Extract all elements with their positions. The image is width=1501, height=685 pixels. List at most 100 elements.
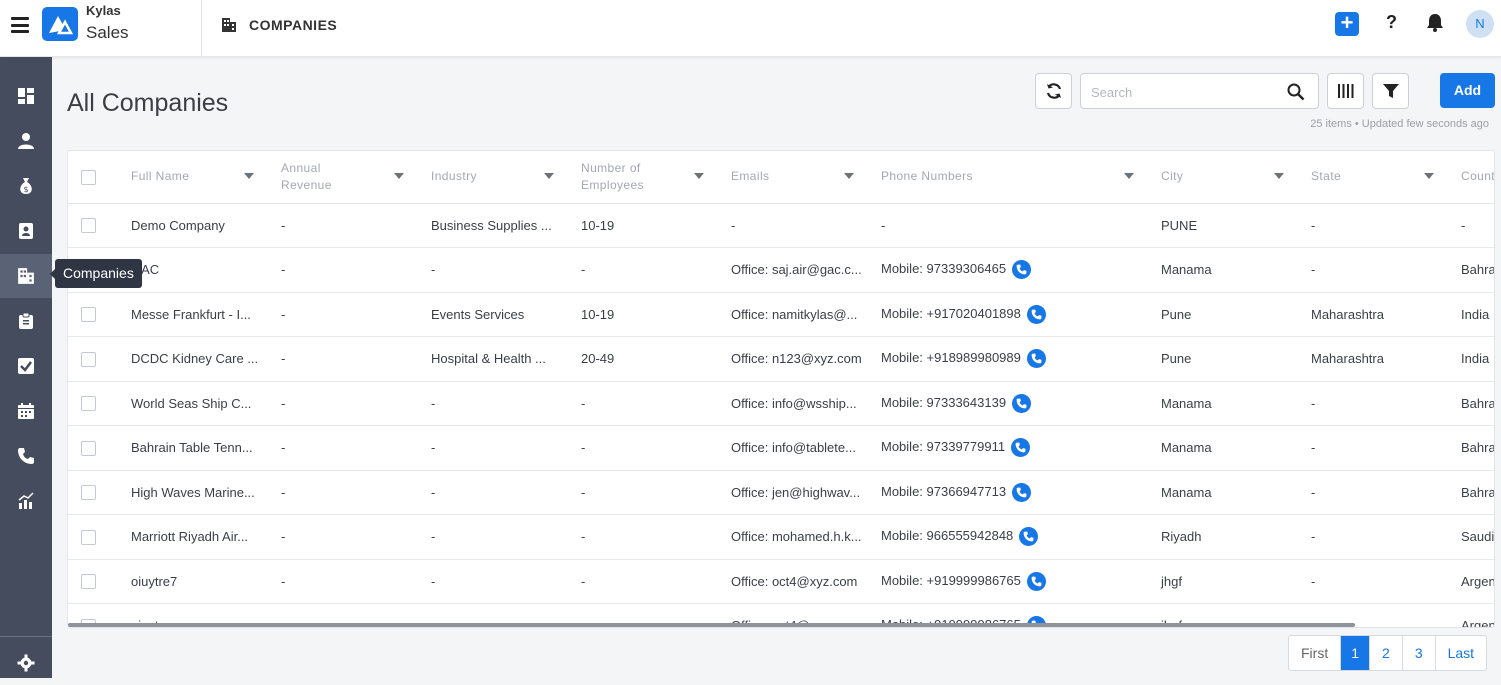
table-row[interactable]: DCDC Kidney Care ... - Hospital & Health .… bbox=[68, 336, 1494, 382]
dashboard-icon bbox=[18, 88, 34, 104]
table-row[interactable]: Demo Company - Business Supplies ... 10-19-… bbox=[68, 203, 1494, 248]
menu-icon[interactable] bbox=[11, 17, 29, 33]
checkbox-icon bbox=[18, 358, 34, 374]
column-header-industry[interactable]: Industry bbox=[418, 151, 568, 204]
search-icon[interactable] bbox=[1287, 83, 1305, 106]
table-row[interactable]: Marriott Riyadh Air... - - - Office: mohamed… bbox=[68, 514, 1494, 560]
cell-state: - bbox=[1298, 381, 1448, 426]
call-icon[interactable] bbox=[1026, 571, 1046, 591]
page-2-button[interactable]: 2 bbox=[1369, 636, 1402, 670]
sidebar-item-calls[interactable] bbox=[0, 434, 52, 478]
cell-email: - bbox=[718, 203, 868, 248]
row-checkbox[interactable] bbox=[81, 485, 96, 501]
avatar[interactable]: N bbox=[1466, 10, 1494, 38]
caret-down-icon[interactable] bbox=[544, 173, 554, 179]
horizontal-scrollbar[interactable] bbox=[68, 623, 1355, 627]
cell-full-name[interactable]: oiuytre7 bbox=[118, 559, 268, 604]
sidebar-item-settings[interactable] bbox=[0, 641, 52, 685]
cell-full-name[interactable]: World Seas Ship C... bbox=[118, 381, 268, 426]
column-header-state[interactable]: State bbox=[1298, 151, 1448, 204]
cell-full-name[interactable]: Demo Company bbox=[118, 203, 268, 248]
bell-icon[interactable] bbox=[1426, 13, 1444, 37]
cell-full-name[interactable]: Messe Frankfurt - I... bbox=[118, 292, 268, 337]
caret-down-icon[interactable] bbox=[1124, 173, 1134, 179]
row-select-cell bbox=[68, 470, 118, 515]
page-first-button[interactable]: First bbox=[1289, 636, 1340, 670]
call-icon[interactable] bbox=[1012, 482, 1032, 502]
column-header-phone-numbers[interactable]: Phone Numbers bbox=[868, 151, 1148, 204]
call-icon[interactable] bbox=[1011, 438, 1031, 458]
cell-full-name[interactable]: High Waves Marine... bbox=[118, 470, 268, 515]
cell-email: Office: info@wsship... bbox=[718, 381, 868, 426]
caret-down-icon[interactable] bbox=[694, 173, 704, 179]
cell-state: - bbox=[1298, 247, 1448, 293]
table-row[interactable]: Bahrain Table Tenn... - - - Office: info@tab… bbox=[68, 425, 1494, 471]
table-row[interactable]: GAC - - - Office: saj.air@gac.c... Mobile: 97… bbox=[68, 247, 1494, 293]
row-checkbox[interactable] bbox=[81, 440, 96, 456]
column-header-emails[interactable]: Emails bbox=[718, 151, 868, 204]
refresh-icon bbox=[1046, 83, 1061, 99]
table-row[interactable]: High Waves Marine... - - - Office: jen@highw… bbox=[68, 470, 1494, 515]
page-3-button[interactable]: 3 bbox=[1401, 636, 1435, 670]
row-checkbox[interactable] bbox=[81, 218, 96, 234]
cell-full-name[interactable]: Marriott Riyadh Air... bbox=[118, 514, 268, 560]
cell-phone: Mobile: +917020401898 bbox=[868, 292, 1148, 337]
sidebar-item-calendar[interactable] bbox=[0, 389, 52, 433]
table-row[interactable]: World Seas Ship C... - - - Office: info@wssh… bbox=[68, 381, 1494, 426]
table-row[interactable]: Messe Frankfurt - I... - Events Services 10… bbox=[68, 292, 1494, 337]
brand-name: Kylas bbox=[86, 3, 121, 18]
row-select-cell bbox=[68, 203, 118, 248]
refresh-button[interactable] bbox=[1035, 73, 1072, 109]
row-checkbox[interactable] bbox=[81, 396, 96, 412]
row-select-cell bbox=[68, 336, 118, 382]
sidebar-item-leads[interactable] bbox=[0, 209, 52, 253]
cell-industry: Events Services bbox=[418, 292, 568, 337]
call-icon[interactable] bbox=[1012, 393, 1032, 413]
row-checkbox[interactable] bbox=[81, 307, 96, 323]
column-header-city[interactable]: City bbox=[1148, 151, 1298, 204]
cell-annual-revenue: - bbox=[268, 203, 418, 248]
call-icon[interactable] bbox=[1019, 527, 1039, 547]
row-checkbox[interactable] bbox=[81, 351, 96, 367]
page-1-button[interactable]: 1 bbox=[1340, 636, 1370, 670]
call-icon[interactable] bbox=[1026, 304, 1046, 324]
table-row[interactable]: oiuytre7- - - Office: oct4@xyz.com Mobile: +… bbox=[68, 559, 1494, 604]
column-header-full-name[interactable]: Full Name bbox=[118, 151, 268, 204]
row-checkbox[interactable] bbox=[81, 529, 96, 545]
sidebar-item-companies[interactable] bbox=[0, 254, 52, 298]
caret-down-icon[interactable] bbox=[394, 173, 404, 179]
svg-text:$: $ bbox=[23, 185, 28, 194]
call-icon[interactable] bbox=[1012, 260, 1032, 280]
caret-down-icon[interactable] bbox=[844, 173, 854, 179]
cell-full-name[interactable]: DCDC Kidney Care ... bbox=[118, 336, 268, 382]
call-icon[interactable] bbox=[1026, 349, 1046, 369]
sidebar-item-deals[interactable]: $ bbox=[0, 164, 52, 208]
cell-employees: - bbox=[568, 514, 718, 560]
column-header-employees[interactable]: Number of Employees bbox=[568, 151, 718, 204]
help-icon[interactable]: ? bbox=[1386, 12, 1397, 33]
sidebar-item-tasks[interactable] bbox=[0, 344, 52, 388]
sidebar-item-reports[interactable] bbox=[0, 299, 52, 343]
sidebar-item-analytics[interactable] bbox=[0, 479, 52, 523]
cell-state: - bbox=[1298, 425, 1448, 471]
caret-down-icon[interactable] bbox=[1424, 173, 1434, 179]
add-button[interactable]: Add bbox=[1440, 73, 1495, 108]
cell-state: Maharashtra bbox=[1298, 336, 1448, 382]
plus-icon[interactable]: + bbox=[1335, 12, 1359, 36]
columns-button[interactable] bbox=[1327, 73, 1364, 109]
cell-full-name[interactable]: Bahrain Table Tenn... bbox=[118, 425, 268, 471]
row-checkbox[interactable] bbox=[81, 574, 96, 590]
filter-button[interactable] bbox=[1372, 73, 1409, 109]
cell-phone: Mobile: +919999986765 bbox=[868, 559, 1148, 604]
select-all-checkbox[interactable] bbox=[81, 169, 96, 185]
column-header-country[interactable]: Country bbox=[1448, 151, 1494, 204]
caret-down-icon[interactable] bbox=[1274, 173, 1284, 179]
search-input[interactable] bbox=[1091, 83, 1281, 101]
column-header-annual-revenue[interactable]: Annual Revenue bbox=[268, 151, 418, 204]
page-last-button[interactable]: Last bbox=[1434, 636, 1486, 670]
list-meta: 25 items • Updated few seconds ago bbox=[1310, 118, 1489, 130]
sidebar-item-dashboard[interactable] bbox=[0, 74, 52, 118]
caret-down-icon[interactable] bbox=[244, 173, 254, 179]
sidebar-item-contacts[interactable] bbox=[0, 119, 52, 163]
kylas-logo-icon[interactable] bbox=[42, 7, 78, 41]
